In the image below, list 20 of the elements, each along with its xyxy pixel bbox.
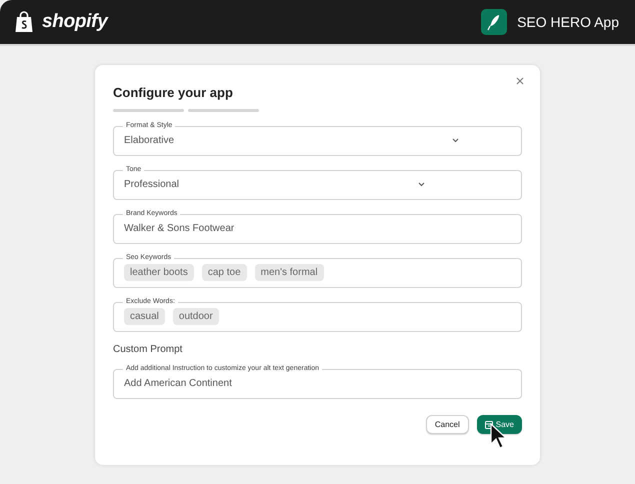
chevron-icon [418,182,425,187]
save-button[interactable]: Save [476,415,522,434]
tag-chip: outdoor [172,308,219,325]
cancel-button[interactable]: Cancel [426,415,469,434]
section-title: Custom Prompt [113,344,184,355]
step-indicator [188,109,259,112]
feather-icon [481,9,508,35]
tag-chip: casual [124,308,165,325]
chevron-icon [452,138,459,143]
brand-name: shopify [42,11,108,33]
tag-chip: men's formal [254,264,324,281]
step-indicator [113,109,184,112]
text-input[interactable]: Walker & Sons Footwear [124,223,511,234]
tag-chip: cap toe [202,264,247,281]
text-input[interactable]: Add American Continent [124,378,511,389]
save-icon [484,420,493,428]
dialog-title: Configure your app [113,85,234,100]
tag-chip: leather boots [124,264,194,281]
shopping-bag-icon [14,10,34,34]
app-name: SEO HERO App [517,14,619,30]
